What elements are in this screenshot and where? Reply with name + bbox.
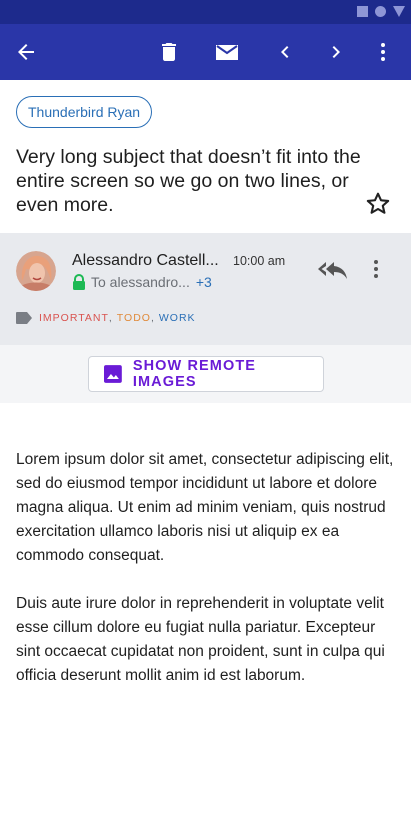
show-remote-images-button[interactable]: SHOW REMOTE IMAGES bbox=[88, 356, 324, 392]
reply-all-button[interactable] bbox=[314, 253, 350, 285]
next-icon bbox=[332, 46, 340, 58]
recipient-line[interactable]: To alessandro... +3 bbox=[72, 274, 212, 290]
star-button[interactable] bbox=[364, 190, 392, 218]
previous-button[interactable] bbox=[265, 24, 305, 80]
mark-unread-icon bbox=[216, 45, 238, 60]
message-header: Alessandro Castell... 10:00 am To alessa… bbox=[0, 233, 411, 345]
show-remote-images-label: SHOW REMOTE IMAGES bbox=[132, 358, 257, 390]
avatar-portrait-icon bbox=[16, 251, 56, 291]
label-row: IMPORTANT, TODO, WORK bbox=[16, 312, 196, 324]
message-body: Lorem ipsum dolor sit amet, consectetur … bbox=[16, 448, 396, 712]
wifi-circle-icon bbox=[375, 6, 386, 17]
message-subject: Very long subject that doesn’t fit into … bbox=[16, 146, 361, 216]
back-icon bbox=[18, 44, 34, 60]
message-time: 10:00 am bbox=[233, 254, 286, 268]
label-todo[interactable]: TODO bbox=[117, 312, 151, 324]
sender-name: Alessandro Castell... bbox=[72, 252, 219, 269]
label-tag-icon bbox=[16, 312, 32, 324]
more-vert-icon bbox=[374, 260, 378, 278]
recipient-more-count: +3 bbox=[195, 274, 212, 290]
previous-icon bbox=[281, 46, 289, 58]
folder-chip[interactable]: Thunderbird Ryan bbox=[16, 96, 153, 128]
image-icon bbox=[104, 365, 122, 383]
star-icon bbox=[366, 192, 390, 214]
app-bar bbox=[0, 24, 411, 80]
body-paragraph: Lorem ipsum dolor sit amet, consectetur … bbox=[16, 451, 394, 564]
back-button[interactable] bbox=[6, 24, 46, 80]
signal-triangle-icon bbox=[393, 6, 405, 17]
label-separator: , bbox=[150, 312, 155, 324]
next-button[interactable] bbox=[316, 24, 356, 80]
body-paragraph: Duis aute irure dolor in reprehenderit i… bbox=[16, 595, 385, 684]
message-overflow-button[interactable] bbox=[364, 255, 388, 283]
more-vert-icon bbox=[381, 43, 385, 61]
mark-unread-button[interactable] bbox=[207, 24, 247, 80]
overflow-menu-button[interactable] bbox=[363, 24, 403, 80]
label-work[interactable]: WORK bbox=[159, 312, 196, 324]
label-separator: , bbox=[108, 312, 113, 324]
avatar[interactable] bbox=[16, 251, 56, 291]
lock-icon bbox=[73, 274, 85, 290]
delete-icon bbox=[162, 43, 176, 61]
reply-all-icon bbox=[318, 262, 347, 279]
notification-square-icon bbox=[357, 6, 368, 17]
label-important[interactable]: IMPORTANT bbox=[39, 312, 109, 324]
recipient-text: To alessandro... bbox=[91, 274, 190, 290]
remote-images-bar: SHOW REMOTE IMAGES bbox=[0, 345, 411, 403]
status-bar bbox=[0, 0, 411, 24]
delete-button[interactable] bbox=[149, 24, 189, 80]
